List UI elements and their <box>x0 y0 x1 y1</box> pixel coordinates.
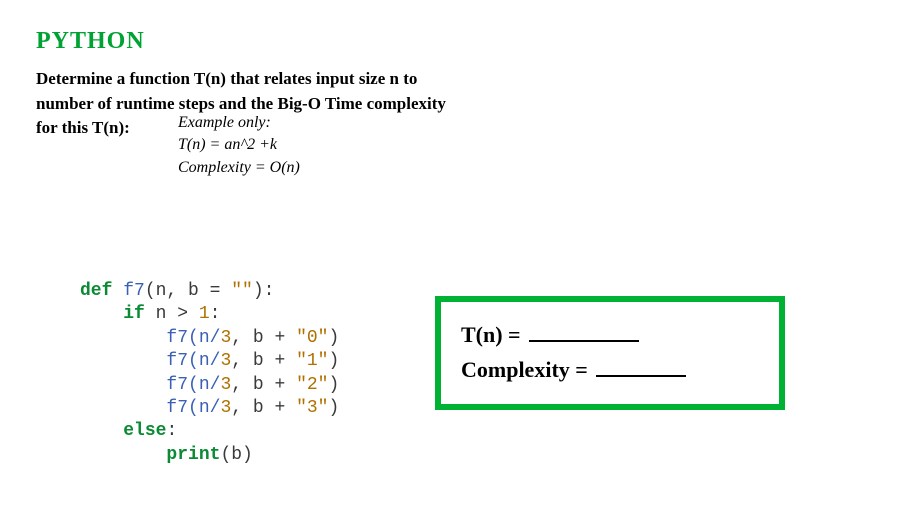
example-tn: T(n) = an^2 +k <box>178 134 300 156</box>
call0-3: 3 <box>220 328 231 348</box>
op-gt: > <box>177 304 188 324</box>
answer-cx-blank[interactable] <box>596 351 686 377</box>
prompt-line-1: Determine a function T(n) that relates i… <box>36 69 417 88</box>
call2-pre: f7(n/ <box>166 375 220 395</box>
call2-str: "2" <box>296 375 328 395</box>
kw-def: def <box>80 281 112 301</box>
call0-mid: , b + <box>231 328 296 348</box>
num-one: 1 <box>199 304 210 324</box>
kw-else: else <box>123 421 166 441</box>
call3-mid: , b + <box>231 398 296 418</box>
call0-end: ) <box>328 328 339 348</box>
answer-tn-label: T(n) = <box>461 318 521 351</box>
example-caption: Example only: <box>178 112 300 134</box>
call1-mid: , b + <box>231 351 296 371</box>
call3-str: "3" <box>296 398 328 418</box>
call3-end: ) <box>328 398 339 418</box>
answer-box: T(n) = Complexity = <box>435 296 785 410</box>
call0-pre: f7(n/ <box>166 328 220 348</box>
question-prompt: Determine a function T(n) that relates i… <box>36 67 596 141</box>
prompt-line-2: number of runtime steps and the Big-O Ti… <box>36 94 446 113</box>
call0-str: "0" <box>296 328 328 348</box>
language-heading: PYTHON <box>36 28 873 55</box>
call1-pre: f7(n/ <box>166 351 220 371</box>
else-colon: : <box>166 421 177 441</box>
call1-str: "1" <box>296 351 328 371</box>
print-arg: (b) <box>220 445 252 465</box>
sig-close: ): <box>253 281 275 301</box>
kw-if: if <box>123 304 145 324</box>
answer-cx-label: Complexity = <box>461 353 588 386</box>
answer-tn-line: T(n) = <box>461 316 759 351</box>
cond-sp <box>188 304 199 324</box>
answer-cx-line: Complexity = <box>461 351 759 386</box>
answer-tn-blank[interactable] <box>529 316 639 342</box>
example-block: Example only: T(n) = an^2 +k Complexity … <box>178 112 300 179</box>
call3-pre: f7(n/ <box>166 398 220 418</box>
default-str: "" <box>231 281 253 301</box>
slide: PYTHON Determine a function T(n) that re… <box>0 0 909 169</box>
call3-3: 3 <box>220 398 231 418</box>
if-colon: : <box>210 304 221 324</box>
call2-3: 3 <box>220 375 231 395</box>
call1-end: ) <box>328 351 339 371</box>
fn-name: f7 <box>123 281 145 301</box>
kw-print: print <box>166 445 220 465</box>
call1-3: 3 <box>220 351 231 371</box>
call2-end: ) <box>328 375 339 395</box>
sig-open: (n, b = <box>145 281 231 301</box>
cond-n: n <box>145 304 177 324</box>
prompt-line-3: for this T(n): <box>36 118 130 137</box>
example-complexity: Complexity = O(n) <box>178 157 300 179</box>
code-snippet: def f7(n, b = ""): if n > 1: f7(n/3, b +… <box>80 280 339 467</box>
call2-mid: , b + <box>231 375 296 395</box>
